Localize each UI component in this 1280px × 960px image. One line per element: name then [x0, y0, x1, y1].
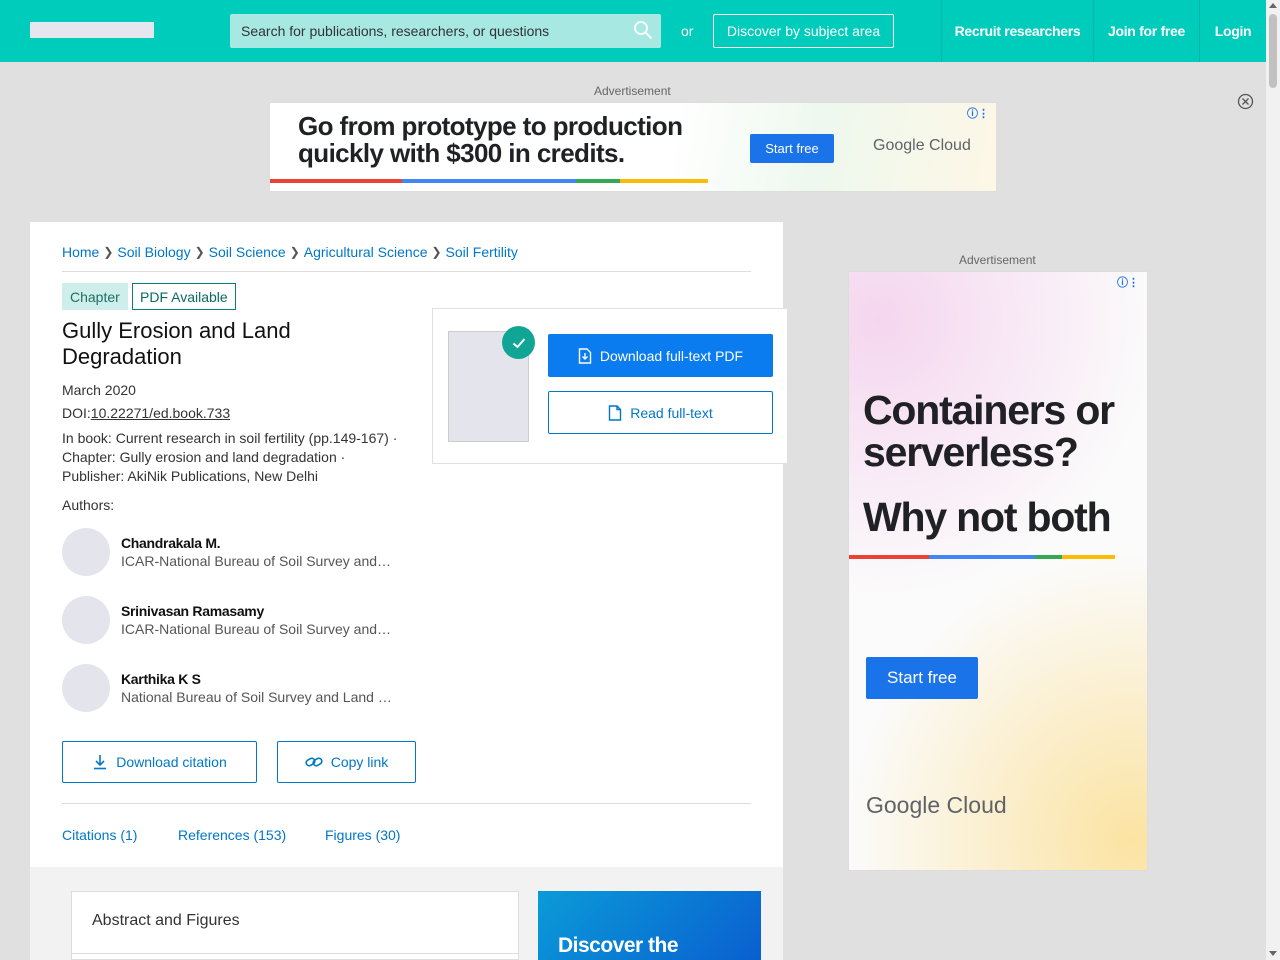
- pdf-file-download-icon: [578, 347, 592, 364]
- file-icon: [609, 404, 622, 421]
- author-name[interactable]: Karthika K S: [121, 671, 201, 687]
- download-pdf-label: Download full-text PDF: [599, 347, 744, 364]
- or-separator: or: [681, 23, 694, 39]
- avatar[interactable]: [62, 664, 110, 712]
- divider: [62, 271, 751, 272]
- google-cloud-logo: Google Cloud: [866, 792, 1007, 818]
- ad-info-icon[interactable]: ⓘ⋮: [1117, 274, 1139, 290]
- avatar[interactable]: [62, 596, 110, 644]
- chapter-line: Chapter: Gully erosion and land degradat…: [62, 449, 346, 465]
- avatar[interactable]: [62, 528, 110, 576]
- author-name[interactable]: Chandrakala M.: [121, 535, 221, 551]
- close-ad-icon[interactable]: [1237, 93, 1254, 110]
- chevron-right-icon: ❯: [289, 245, 300, 259]
- copy-link-button[interactable]: Copy link: [277, 741, 416, 783]
- divider: [62, 803, 751, 804]
- type-badge: Chapter: [62, 283, 128, 310]
- doi-link[interactable]: 10.22271/ed.book.733: [91, 405, 230, 421]
- ad-start-free-button[interactable]: Start free: [750, 134, 834, 163]
- chevron-right-icon: ❯: [194, 245, 205, 259]
- read-fulltext-label: Read full-text: [630, 404, 713, 421]
- promo-banner[interactable]: Discover the: [538, 891, 761, 960]
- discover-by-subject-button[interactable]: Discover by subject area: [713, 14, 894, 48]
- tab-figures[interactable]: Figures (30): [325, 827, 400, 843]
- search-bar[interactable]: [230, 14, 661, 48]
- scroll-up-arrow-icon[interactable]: [1269, 3, 1277, 8]
- chevron-right-icon: ❯: [103, 245, 114, 259]
- breadcrumb-soil-science[interactable]: Soil Science: [209, 244, 286, 260]
- abstract-panel: Abstract and Figures: [71, 891, 519, 960]
- scroll-thumb[interactable]: [1269, 14, 1277, 88]
- top-banner-ad[interactable]: Go from prototype to production quickly …: [269, 102, 997, 192]
- join-for-free-link[interactable]: Join for free: [1093, 0, 1199, 62]
- link-icon: [305, 757, 323, 767]
- ad-headline: Go from prototype to production quickly …: [298, 111, 683, 168]
- promo-text: Discover the: [558, 934, 679, 957]
- publisher-line: Publisher: AkiNik Publications, New Delh…: [62, 468, 318, 484]
- breadcrumb-soil-fertility[interactable]: Soil Fertility: [446, 244, 518, 260]
- pdf-download-panel: Download full-text PDF Read full-text: [432, 308, 788, 464]
- ad-color-stripe: [849, 555, 1115, 559]
- doi-line: DOI:10.22271/ed.book.733: [62, 405, 230, 421]
- search-icon[interactable]: [633, 20, 653, 40]
- author-item[interactable]: Srinivasan Ramasamy ICAR-National Bureau…: [62, 596, 402, 644]
- book-line: In book: Current research in soil fertil…: [62, 430, 398, 446]
- ad-headline: Containers or serverless?: [863, 387, 1115, 475]
- google-cloud-logo: Google Cloud: [873, 137, 971, 154]
- download-pdf-button[interactable]: Download full-text PDF: [548, 334, 773, 377]
- ad-label-top: Advertisement: [594, 84, 671, 98]
- book-info: In book: Current research in soil fertil…: [62, 429, 412, 486]
- page-scrollbar[interactable]: [1266, 0, 1280, 960]
- scroll-down-arrow-icon[interactable]: [1269, 951, 1277, 956]
- side-banner-ad[interactable]: ⓘ⋮ Containers or serverless? Why not bot…: [848, 271, 1148, 871]
- publication-date: March 2020: [62, 382, 136, 398]
- tab-references[interactable]: References (153): [178, 827, 286, 843]
- breadcrumb-soil-biology[interactable]: Soil Biology: [117, 244, 190, 260]
- author-item[interactable]: Karthika K S National Bureau of Soil Sur…: [62, 664, 402, 712]
- download-citation-label: Download citation: [116, 754, 227, 770]
- login-link[interactable]: Login: [1199, 0, 1266, 62]
- top-navigation-bar: or Discover by subject area Recruit rese…: [0, 0, 1266, 62]
- author-affiliation: National Bureau of Soil Survey and Land …: [121, 689, 393, 705]
- breadcrumb-home[interactable]: Home: [62, 244, 99, 260]
- chevron-right-icon: ❯: [431, 245, 442, 259]
- read-fulltext-button[interactable]: Read full-text: [548, 391, 773, 434]
- author-affiliation: ICAR-National Bureau of Soil Survey and …: [121, 553, 393, 569]
- ad-color-stripe: [270, 179, 708, 183]
- author-name[interactable]: Srinivasan Ramasamy: [121, 603, 264, 619]
- ad-subheadline: Why not both: [863, 494, 1112, 540]
- checkmark-icon: [502, 326, 535, 359]
- ad-info-icon[interactable]: ⓘ⋮: [967, 105, 989, 121]
- download-icon: [94, 755, 107, 770]
- site-logo[interactable]: [30, 22, 154, 38]
- authors-label: Authors:: [62, 497, 115, 513]
- pdf-available-badge: PDF Available: [132, 283, 236, 310]
- recruit-researchers-link[interactable]: Recruit researchers: [941, 0, 1093, 62]
- breadcrumb-agricultural-science[interactable]: Agricultural Science: [304, 244, 428, 260]
- publication-title: Gully Erosion and Land Degradation: [62, 318, 291, 369]
- breadcrumb: Home ❯ Soil Biology ❯ Soil Science ❯ Agr…: [62, 244, 518, 260]
- search-input[interactable]: [230, 15, 620, 47]
- ad-start-free-button[interactable]: Start free: [866, 657, 978, 699]
- download-citation-button[interactable]: Download citation: [62, 741, 257, 783]
- author-affiliation: ICAR-National Bureau of Soil Survey and …: [121, 621, 393, 637]
- divider: [72, 953, 518, 954]
- tab-citations[interactable]: Citations (1): [62, 827, 137, 843]
- ad-label-side: Advertisement: [959, 253, 1036, 267]
- doi-label: DOI:: [62, 405, 91, 421]
- abstract-heading: Abstract and Figures: [92, 912, 240, 929]
- author-item[interactable]: Chandrakala M. ICAR-National Bureau of S…: [62, 528, 402, 576]
- copy-link-label: Copy link: [330, 754, 389, 770]
